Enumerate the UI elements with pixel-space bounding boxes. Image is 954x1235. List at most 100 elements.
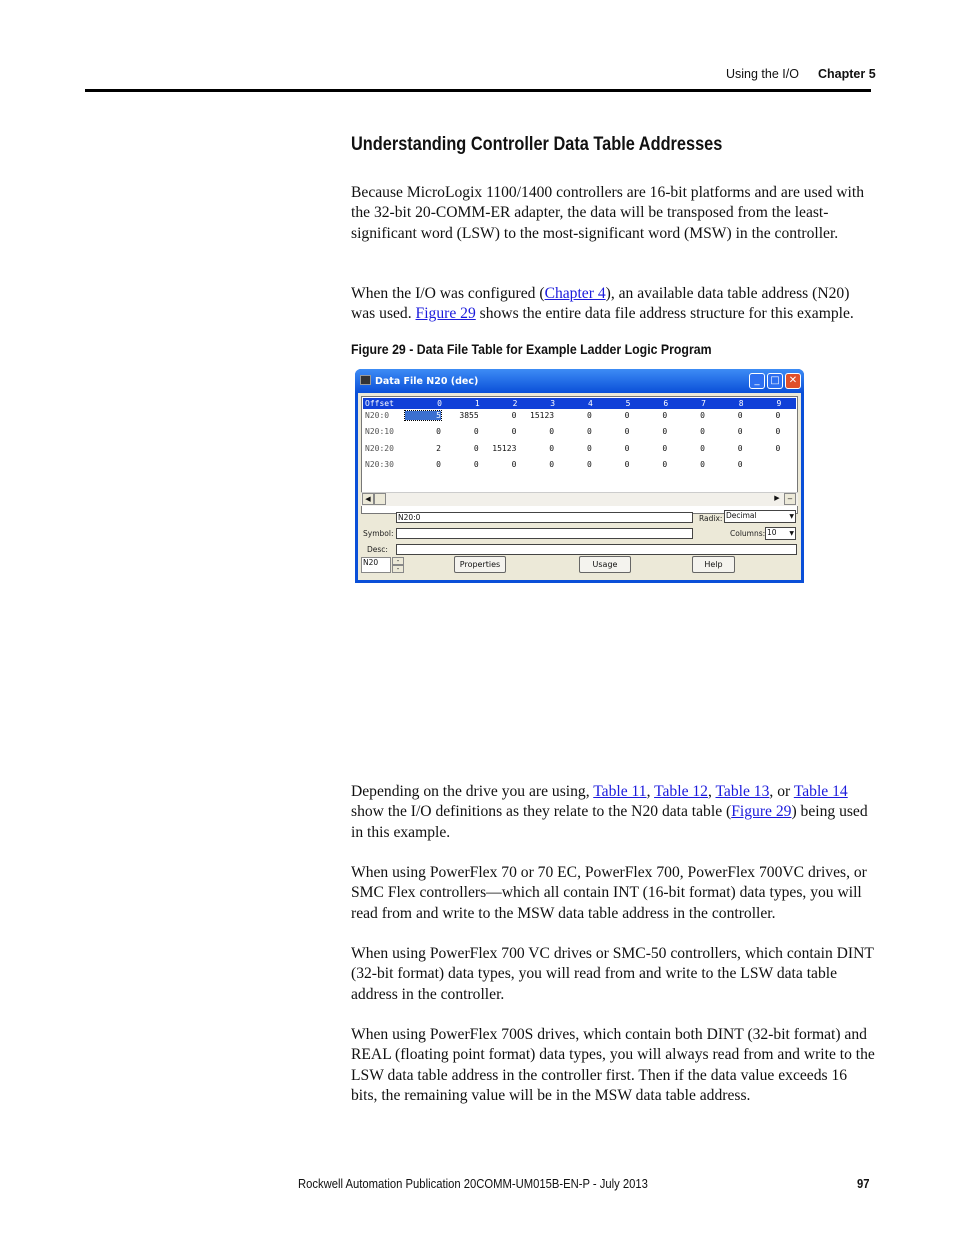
data-cell[interactable]: 0 [637, 427, 667, 436]
app-icon [360, 375, 371, 385]
data-cell[interactable]: 0 [562, 411, 592, 420]
column-header: 9 [776, 399, 782, 408]
column-header: 2 [512, 399, 518, 408]
data-cell[interactable]: 0 [524, 427, 554, 436]
data-cell[interactable]: 15123 [486, 444, 516, 453]
data-cell[interactable]: 0 [524, 444, 554, 453]
link-table-13[interactable]: Table 13 [716, 783, 770, 800]
address-input[interactable]: N20:0 [396, 512, 693, 523]
data-cell[interactable]: 0 [713, 444, 743, 453]
data-cell[interactable]: 0 [675, 411, 705, 420]
figure-caption: Figure 29 - Data File Table for Example … [351, 341, 712, 357]
text: When the I/O was configured ( [351, 285, 545, 302]
text: Depending on the drive you are using, [351, 783, 594, 800]
running-header-section: Using the I/O [726, 67, 799, 81]
data-cell[interactable]: 0 [750, 444, 780, 453]
link-chapter-4[interactable]: Chapter 4 [545, 285, 606, 302]
section-title: Understanding Controller Data Table Addr… [351, 134, 723, 155]
help-button[interactable]: Help [692, 556, 735, 573]
data-cell[interactable]: 0 [713, 460, 743, 469]
horizontal-scrollbar[interactable]: ◀ ▶ − [361, 492, 798, 506]
desc-input[interactable] [396, 544, 797, 555]
header-rule [85, 89, 871, 92]
data-cell[interactable]: 0 [411, 427, 441, 436]
minimize-button[interactable]: _ [749, 373, 765, 389]
data-cell[interactable]: 0 [562, 460, 592, 469]
text: , or [769, 783, 794, 800]
paragraph-4: When using PowerFlex 70 or 70 EC, PowerF… [351, 864, 867, 922]
paragraph-2: When the I/O was configured (Chapter 4),… [351, 284, 876, 325]
window-client: Offset 0 1 2 3 4 5 6 7 8 9 N20:0 5 3855 0 15123 0 0 0 0 0 0 N… [358, 393, 801, 580]
row-offset: N20:10 [365, 427, 394, 437]
column-header: 3 [550, 399, 556, 408]
columns-value: 10 [767, 528, 777, 537]
running-header-chapter: Chapter 5 [818, 67, 876, 81]
paragraph-6: When using PowerFlex 700S drives, which … [351, 1026, 875, 1104]
link-table-14[interactable]: Table 14 [794, 783, 848, 800]
data-cell[interactable]: 0 [637, 411, 667, 420]
data-cell[interactable]: 3855 [449, 411, 478, 420]
data-cell[interactable]: 0 [750, 427, 780, 436]
column-header: 5 [625, 399, 631, 408]
scroll-thumb[interactable] [374, 493, 386, 505]
title-bar[interactable]: Data File N20 (dec) _ □ ✕ [355, 369, 804, 393]
spin-up-button[interactable]: - [392, 557, 404, 565]
data-cell[interactable]: 0 [600, 427, 630, 436]
column-header: 6 [663, 399, 669, 408]
collapse-icon[interactable]: − [784, 493, 796, 505]
data-cell[interactable]: 0 [637, 460, 667, 469]
data-cell[interactable]: 0 [562, 444, 592, 453]
spin-down-button[interactable]: - [392, 565, 404, 573]
data-cell[interactable]: 0 [449, 427, 479, 436]
text: , [707, 783, 716, 800]
data-cell[interactable]: 0 [600, 460, 630, 469]
data-cell[interactable]: 0 [675, 460, 705, 469]
radix-select[interactable]: Decimal ▼ [724, 510, 796, 523]
data-cell[interactable]: 0 [675, 427, 705, 436]
radix-label: Radix: [699, 514, 723, 523]
link-figure-29[interactable]: Figure 29 [416, 305, 476, 322]
columns-select[interactable]: 10 ▼ [765, 527, 796, 540]
column-header: Offset [365, 399, 394, 408]
text: shows the entire data file address struc… [475, 305, 854, 323]
grid-header: Offset 0 1 2 3 4 5 6 7 8 9 [363, 398, 796, 409]
link-figure-29[interactable]: Figure 29 [731, 803, 791, 820]
chevron-down-icon: ▼ [789, 530, 794, 537]
paragraph-3: Depending on the drive you are using, Ta… [351, 782, 876, 843]
data-cell[interactable]: 0 [637, 444, 667, 453]
data-cell[interactable]: 0 [600, 444, 630, 453]
file-input[interactable]: N20 [361, 557, 391, 573]
properties-button[interactable]: Properties [454, 556, 506, 573]
data-cell[interactable]: 0 [524, 460, 554, 469]
column-header: 8 [738, 399, 744, 408]
data-cell[interactable]: 0 [486, 427, 517, 436]
scroll-left-icon[interactable]: ◀ [362, 493, 374, 505]
usage-button[interactable]: Usage [579, 556, 631, 573]
data-cell[interactable]: 0 [675, 444, 705, 453]
data-cell[interactable]: 0 [562, 427, 592, 436]
data-cell[interactable]: 0 [750, 411, 780, 420]
data-cell[interactable]: 0 [713, 411, 743, 420]
scroll-right-icon[interactable]: ▶ [771, 493, 783, 505]
data-cell[interactable]: 15123 [524, 411, 554, 420]
symbol-input[interactable] [396, 528, 693, 539]
data-cell[interactable]: 2 [411, 444, 441, 453]
page-number: 97 [857, 1177, 870, 1191]
link-table-11[interactable]: Table 11 [593, 783, 646, 800]
maximize-button[interactable]: □ [767, 373, 783, 389]
column-header: 1 [474, 399, 480, 408]
desc-label: Desc: [367, 545, 388, 554]
row-offset: N20:0 [365, 411, 390, 420]
data-cell[interactable]: 0 [449, 460, 479, 469]
data-cell[interactable]: 0 [713, 427, 743, 436]
data-cell[interactable]: 0 [411, 460, 441, 469]
data-cell[interactable]: 0 [486, 411, 517, 420]
data-cell[interactable]: 0 [449, 444, 479, 453]
data-cell[interactable]: 0 [600, 411, 630, 420]
close-button[interactable]: ✕ [785, 373, 801, 389]
link-table-12[interactable]: Table 12 [654, 783, 708, 800]
data-cell[interactable]: 0 [486, 460, 517, 469]
chevron-down-icon: ▼ [789, 513, 794, 520]
data-cell[interactable]: 5 [404, 410, 442, 421]
column-header: 4 [587, 399, 593, 408]
